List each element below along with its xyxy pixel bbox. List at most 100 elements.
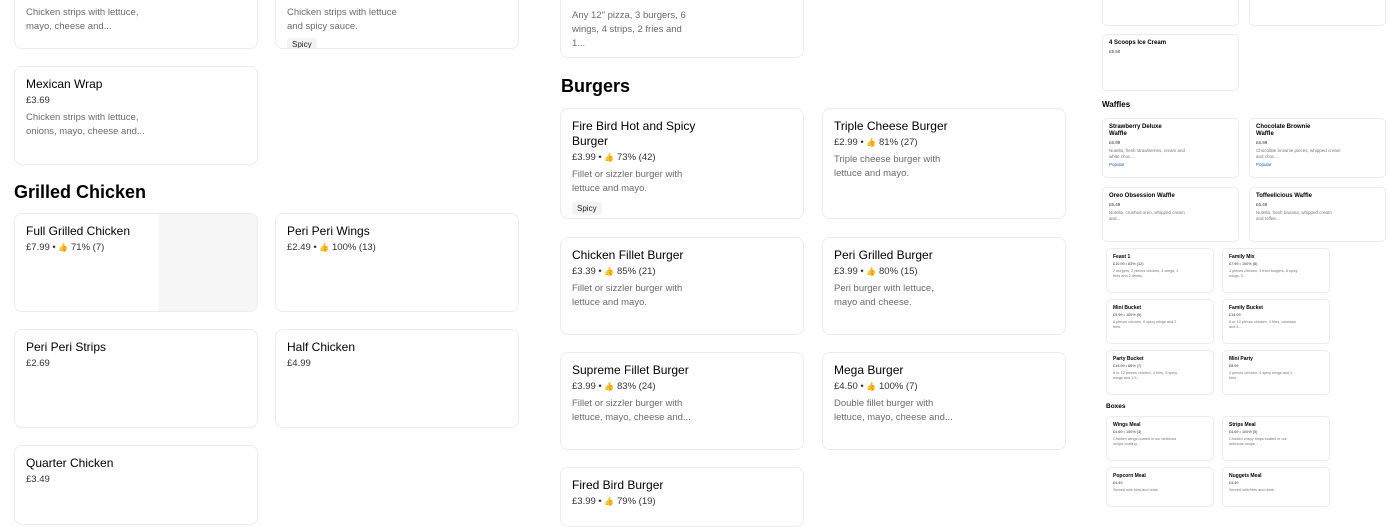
menu-item-oreo-obsession-waffle[interactable]: Oreo Obsession Waffle £6.49 Nutella, cru… bbox=[1102, 187, 1239, 242]
item-description: Chocolate brownie pieces, whipped cream … bbox=[1256, 148, 1341, 159]
menu-item-mexican-wrap[interactable]: Mexican Wrap £3.69 Chicken strips with l… bbox=[14, 66, 258, 165]
menu-item-fire-bird-burger[interactable]: Fire Bird Hot and Spicy Burger £3.99 • 👍… bbox=[560, 108, 804, 219]
spicy-tag: Spicy bbox=[572, 202, 602, 215]
item-description: Fillet or sizzler burger with lettuce, m… bbox=[572, 398, 691, 423]
item-description: Served with fries and drink. bbox=[1229, 488, 1275, 492]
item-rating: 100% (7) bbox=[879, 381, 918, 392]
menu-item-fired-bird-burger[interactable]: Fired Bird Burger £3.99 • 👍 79% (19) bbox=[560, 467, 804, 527]
item-price: £2.99 bbox=[834, 137, 858, 148]
item-description: Fillet or sizzler burger with lettuce an… bbox=[572, 169, 683, 194]
popular-tag: Popular bbox=[1256, 162, 1272, 167]
thumbs-up-icon: 👍 bbox=[866, 267, 877, 276]
item-name: Quarter Chicken bbox=[26, 456, 114, 470]
menu-item-quarter-chicken[interactable]: Quarter Chicken £3.49 bbox=[14, 445, 258, 525]
item-price: £7.99 bbox=[26, 242, 50, 253]
item-description: Chicken strips with lettuce and spicy sa… bbox=[287, 7, 397, 32]
item-name: Family Bucket bbox=[1229, 305, 1263, 311]
item-name: Fire Bird Hot and Spicy Burger bbox=[572, 119, 696, 148]
menu-item-4-scoops-ice-cream[interactable]: 4 Scoops Ice Cream £5.50 bbox=[1102, 34, 1239, 91]
item-description: Fillet or sizzler burger with lettuce an… bbox=[572, 283, 683, 308]
section-title-waffles: Waffles bbox=[1102, 100, 1131, 109]
item-description: 8 or 12 pieces chicken, 4 fries, colesla… bbox=[1229, 320, 1296, 329]
item-rating: 79% (19) bbox=[617, 496, 656, 507]
item-name: Feast 1 bbox=[1113, 254, 1131, 260]
menu-item-popcorn-meal[interactable]: Popcorn Meal £4.49 Served with fries and… bbox=[1106, 467, 1214, 507]
menu-item-family-mix[interactable]: Family Mix £7.99 • 100% (8) 4 pieces chi… bbox=[1222, 248, 1330, 293]
item-meta: £2.49 • 👍 100% (13) bbox=[287, 242, 376, 253]
item-description: 4 pieces chicken, 3 fried burgers, 8 spi… bbox=[1229, 269, 1298, 278]
menu-item-mega-burger[interactable]: Mega Burger £4.50 • 👍 100% (7) Double fi… bbox=[822, 352, 1066, 450]
item-description: 6 pieces chicken, 6 spicy wings and 2 fr… bbox=[1113, 320, 1177, 329]
menu-item-chicken-fillet-burger[interactable]: Chicken Fillet Burger £3.39 • 👍 85% (21)… bbox=[560, 237, 804, 335]
item-price: £14.99 • 86% (7) bbox=[1113, 364, 1142, 368]
item-price: £3.99 bbox=[572, 152, 596, 163]
item-description: Nutella, fresh strawberries, cream and w… bbox=[1109, 148, 1186, 159]
item-name: Chicken Fillet Burger bbox=[572, 248, 684, 262]
menu-item-feast-1[interactable]: Feast 1 £10.99 • 83% (12) 2 burgers, 2 p… bbox=[1106, 248, 1214, 293]
item-price: £9.99 • 100% (5) bbox=[1113, 313, 1142, 317]
item-name: Party Bucket bbox=[1113, 356, 1144, 362]
menu-item-triple-cheese-burger[interactable]: Triple Cheese Burger £2.99 • 👍 81% (27) … bbox=[822, 108, 1066, 219]
item-rating: 80% (15) bbox=[879, 266, 918, 277]
item-price: £8.99 bbox=[1229, 364, 1239, 368]
item-name: Fired Bird Burger bbox=[572, 478, 664, 492]
menu-item-full-grilled-chicken[interactable]: Full Grilled Chicken £7.99 • 👍 71% (7) bbox=[14, 213, 258, 312]
menu-item-party-bucket[interactable]: Party Bucket £14.99 • 86% (7) 8 or 12 pi… bbox=[1106, 350, 1214, 395]
item-meta: £4.50 • 👍 100% (7) bbox=[834, 381, 918, 392]
item-name: Mini Party bbox=[1229, 356, 1253, 362]
menu-item-card[interactable]: Chicken strips with lettuce and spicy sa… bbox=[275, 0, 519, 49]
item-description: Chicken wings coated in our delicious re… bbox=[1113, 437, 1177, 446]
menu-item-toffeelicious-waffle[interactable]: Toffeelicious Waffle £6.49 Nutella, fres… bbox=[1249, 187, 1386, 242]
item-description: Chicken strips with lettuce, mayo, chees… bbox=[26, 7, 139, 32]
item-name: Supreme Fillet Burger bbox=[572, 363, 689, 377]
section-title-grilled-chicken: Grilled Chicken bbox=[14, 182, 147, 202]
item-rating: 83% (24) bbox=[617, 381, 656, 392]
menu-item-mini-party[interactable]: Mini Party £8.99 4 pieces chicken, 4 spi… bbox=[1222, 350, 1330, 395]
item-price: £6.49 bbox=[1256, 202, 1268, 207]
menu-item-card[interactable] bbox=[1102, 0, 1239, 26]
item-price: £6.49 bbox=[1109, 202, 1121, 207]
menu-item-supreme-fillet-burger[interactable]: Supreme Fillet Burger £3.99 • 👍 83% (24)… bbox=[560, 352, 804, 450]
item-name: Family Mix bbox=[1229, 254, 1255, 260]
item-name: Mini Bucket bbox=[1113, 305, 1142, 311]
item-meta: £3.99 • 👍 83% (24) bbox=[572, 381, 656, 392]
menu-item-chocolate-brownie-waffle[interactable]: Chocolate Brownie Waffle £6.99 Chocolate… bbox=[1249, 118, 1386, 178]
item-description: Chicken strips with lettuce, onions, may… bbox=[26, 112, 145, 137]
menu-item-wings-meal[interactable]: Wings Meal £4.69 • 100% (3) Chicken wing… bbox=[1106, 416, 1214, 461]
item-price: £4.99 bbox=[287, 358, 311, 369]
item-price: £4.49 bbox=[1113, 481, 1123, 485]
menu-item-strips-meal[interactable]: Strips Meal £4.69 • 100% (5) Chicken cri… bbox=[1222, 416, 1330, 461]
item-price: £3.99 bbox=[572, 381, 596, 392]
item-description: Double fillet burger with lettuce, mayo,… bbox=[834, 398, 953, 423]
menu-item-strawberry-deluxe-waffle[interactable]: Strawberry Deluxe Waffle £6.99 Nutella, … bbox=[1102, 118, 1239, 178]
section-title-boxes: Boxes bbox=[1106, 403, 1126, 410]
thumbs-up-icon: 👍 bbox=[604, 382, 615, 391]
item-price: £3.49 bbox=[26, 474, 50, 485]
item-name: Chocolate Brownie Waffle bbox=[1256, 124, 1311, 137]
menu-item-mini-bucket[interactable]: Mini Bucket £9.99 • 100% (5) 6 pieces ch… bbox=[1106, 299, 1214, 344]
item-meta: £3.39 • 👍 85% (21) bbox=[572, 266, 656, 277]
item-name: Nuggets Meal bbox=[1229, 473, 1262, 479]
menu-item-family-bucket[interactable]: Family Bucket £14.99 8 or 12 pieces chic… bbox=[1222, 299, 1330, 344]
menu-item-card[interactable]: Any 12" pizza, 3 burgers, 6 wings, 4 str… bbox=[560, 0, 804, 58]
item-rating: 81% (27) bbox=[879, 137, 918, 148]
item-name: Half Chicken bbox=[287, 340, 356, 354]
item-meta: £3.99 • 👍 79% (19) bbox=[572, 496, 656, 507]
menu-item-half-chicken[interactable]: Half Chicken £4.99 bbox=[275, 329, 519, 428]
menu-item-card[interactable]: Chicken strips with lettuce, mayo, chees… bbox=[14, 0, 258, 49]
menu-item-peri-peri-strips[interactable]: Peri Peri Strips £2.69 bbox=[14, 329, 258, 428]
item-rating: 73% (42) bbox=[617, 152, 656, 163]
item-description: Nutella, crushed oreo, whipped cream and… bbox=[1109, 210, 1185, 221]
item-meta: £2.99 • 👍 81% (27) bbox=[834, 137, 918, 148]
menu-item-peri-grilled-burger[interactable]: Peri Grilled Burger £3.99 • 👍 80% (15) P… bbox=[822, 237, 1066, 335]
item-description: Peri burger with lettuce, mayo and chees… bbox=[834, 283, 934, 308]
menu-item-nuggets-meal[interactable]: Nuggets Meal £4.49 Served with fries and… bbox=[1222, 467, 1330, 507]
item-description: Triple cheese burger with lettuce and ma… bbox=[834, 154, 941, 179]
menu-item-peri-peri-wings[interactable]: Peri Peri Wings £2.49 • 👍 100% (13) bbox=[275, 213, 519, 312]
menu-item-card[interactable] bbox=[1249, 0, 1386, 26]
item-name: Mexican Wrap bbox=[26, 77, 103, 91]
thumbs-up-icon: 👍 bbox=[604, 153, 615, 162]
item-description: 8 or 12 pieces chicken, 4 fries, 8 spicy… bbox=[1113, 371, 1178, 380]
item-name: Toffeelicious Waffle bbox=[1256, 193, 1313, 199]
item-name: Peri Peri Wings bbox=[287, 224, 370, 238]
